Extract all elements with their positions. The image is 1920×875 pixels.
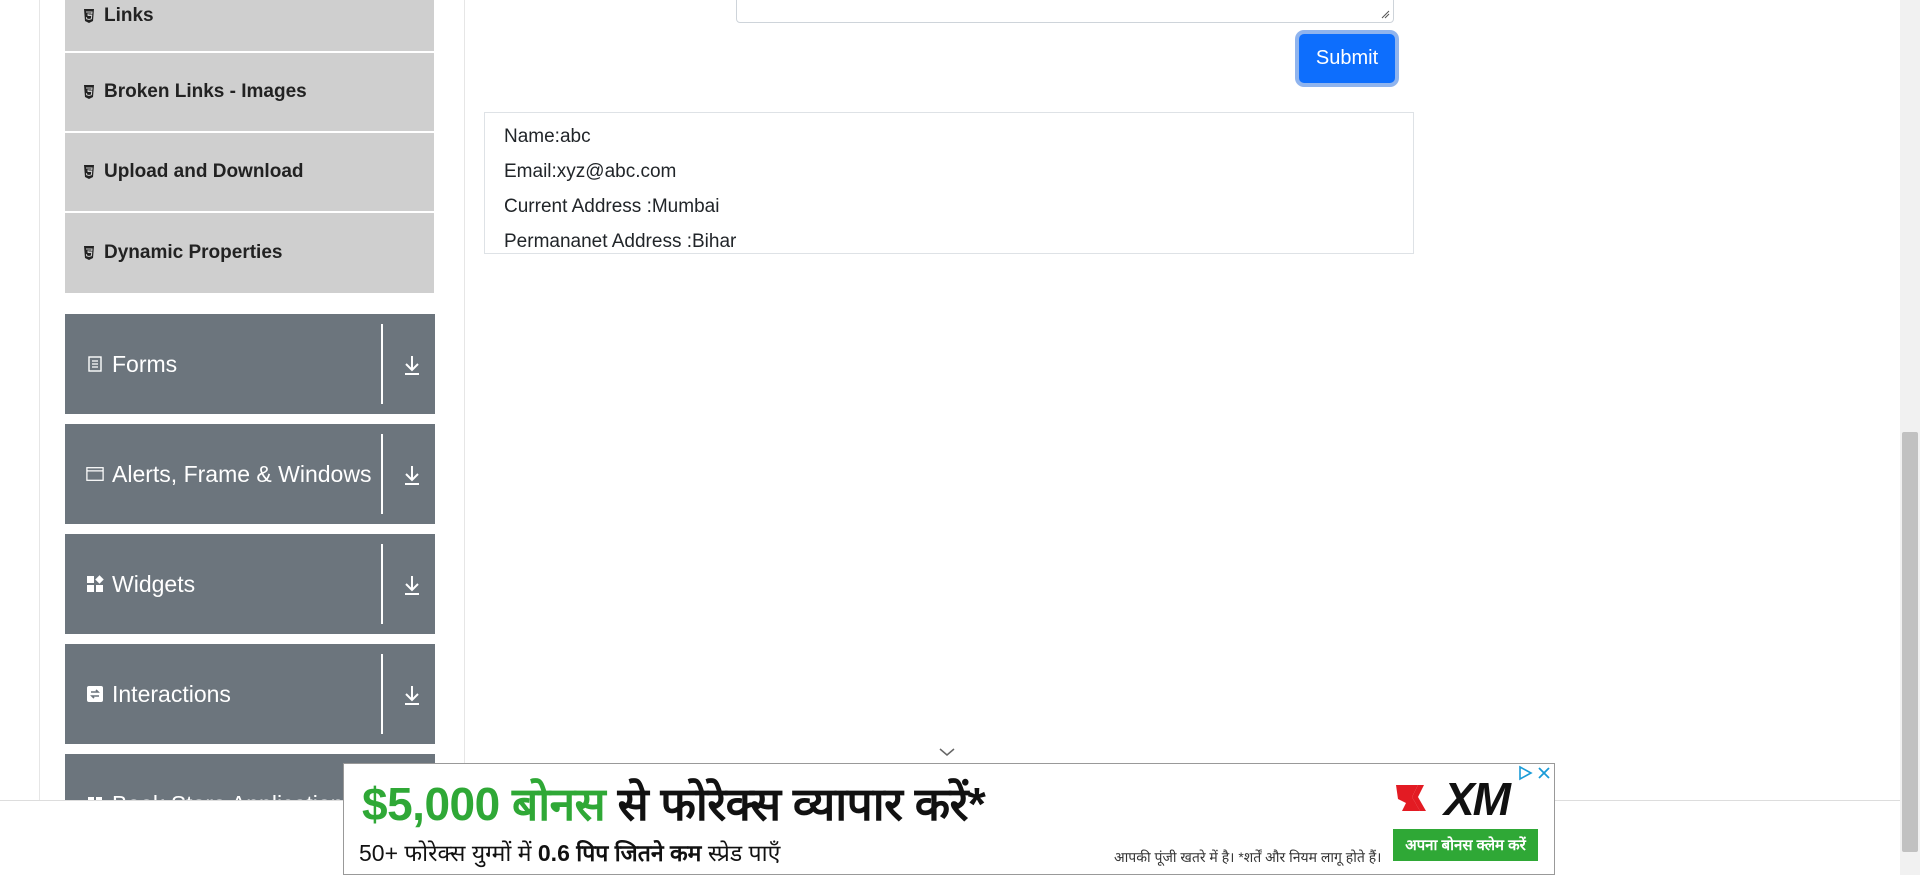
- html5-icon: [82, 84, 96, 100]
- sidebar-group-widgets[interactable]: Widgets: [65, 534, 435, 634]
- download-arrow-icon[interactable]: [402, 464, 422, 486]
- widgets-icon: [86, 575, 104, 593]
- xm-logo-text: XM: [1444, 773, 1511, 825]
- sidebar-item-dynamic-properties[interactable]: Dynamic Properties: [65, 213, 434, 293]
- interactions-icon: [86, 685, 104, 703]
- output-name: Name:abc: [504, 126, 591, 147]
- group-divider: [381, 434, 383, 514]
- window-icon: [86, 465, 104, 483]
- sidebar-item-label: Links: [104, 4, 154, 26]
- sidebar-group-label: Book Store Application: [112, 791, 343, 800]
- ad-subline-bold: 0.6 पिप जितने कम: [537, 840, 702, 866]
- group-divider: [381, 544, 383, 624]
- xm-logo[interactable]: XM: [1392, 773, 1540, 825]
- sidebar-group-forms[interactable]: Forms: [65, 314, 435, 414]
- ad-claim-bonus-button[interactable]: अपना बोनस क्लेम करें: [1393, 829, 1538, 861]
- page-scrollbar-thumb[interactable]: [1902, 432, 1918, 852]
- sidebar-item-links[interactable]: Links: [65, 0, 434, 53]
- output-panel: Name:abc Email:xyz@abc.com Current Addre…: [484, 112, 1414, 254]
- sidebar-group-alerts[interactable]: Alerts, Frame & Windows: [65, 424, 435, 524]
- ad-subline-part1: 50+ फोरेक्स युग्मों में: [359, 840, 538, 866]
- sidebar-group-label: Alerts, Frame & Windows: [112, 460, 372, 487]
- download-arrow-icon[interactable]: [402, 574, 422, 596]
- ad-disclaimer: आपकी पूंजी खतरे में है। *शर्तें और नियम …: [1114, 849, 1382, 865]
- close-icon[interactable]: [1535, 764, 1553, 782]
- group-divider: [381, 324, 383, 404]
- left-panel-border: [39, 0, 40, 800]
- submit-button[interactable]: Submit: [1299, 34, 1395, 83]
- group-divider: [381, 654, 383, 734]
- download-arrow-icon[interactable]: [402, 684, 422, 706]
- output-current-address: Current Address :Mumbai: [504, 196, 720, 217]
- download-arrow-icon[interactable]: [402, 354, 422, 376]
- html5-icon: [82, 245, 96, 261]
- sidebar-item-broken-links[interactable]: Broken Links - Images: [65, 53, 434, 133]
- chevron-down-icon[interactable]: [938, 746, 956, 758]
- sidebar-item-label: Upload and Download: [104, 161, 304, 182]
- ad-headline: $5,000 बोनस से फोरेक्स व्यापार करें*: [362, 772, 986, 834]
- sidebar-group-label: Interactions: [112, 680, 231, 707]
- ad-headline-amount: $5,000 बोनस: [362, 778, 606, 830]
- sidebar-item-label: Dynamic Properties: [104, 242, 283, 263]
- xm-logo-mark-icon: [1396, 785, 1426, 811]
- adchoices-icon[interactable]: [1517, 765, 1533, 781]
- html5-icon: [82, 8, 96, 24]
- ad-headline-rest: से फोरेक्स व्यापार करें*: [605, 778, 986, 830]
- sidebar-group-label: Widgets: [112, 570, 196, 597]
- resize-grip-icon[interactable]: [1380, 9, 1390, 19]
- advertisement-banner[interactable]: $5,000 बोनस से फोरेक्स व्यापार करें* 50+…: [343, 763, 1555, 875]
- sidebar-item-upload-download[interactable]: Upload and Download: [65, 133, 434, 213]
- ad-subline-part2: स्प्रेड पाएँ: [701, 840, 781, 866]
- sidebar-group-interactions[interactable]: Interactions: [65, 644, 435, 744]
- ad-subline: 50+ फोरेक्स युग्मों में 0.6 पिप जितने कम…: [359, 836, 780, 868]
- html5-icon: [82, 164, 96, 180]
- output-email: Email:xyz@abc.com: [504, 161, 677, 182]
- sidebar-group-label: Forms: [112, 350, 178, 377]
- permanent-address-textarea[interactable]: [736, 0, 1394, 23]
- sidebar-divider: [464, 0, 465, 800]
- output-permanent-address: Permananet Address :Bihar: [504, 231, 737, 252]
- sidebar-item-label: Broken Links - Images: [104, 81, 307, 102]
- document-icon: [86, 355, 104, 373]
